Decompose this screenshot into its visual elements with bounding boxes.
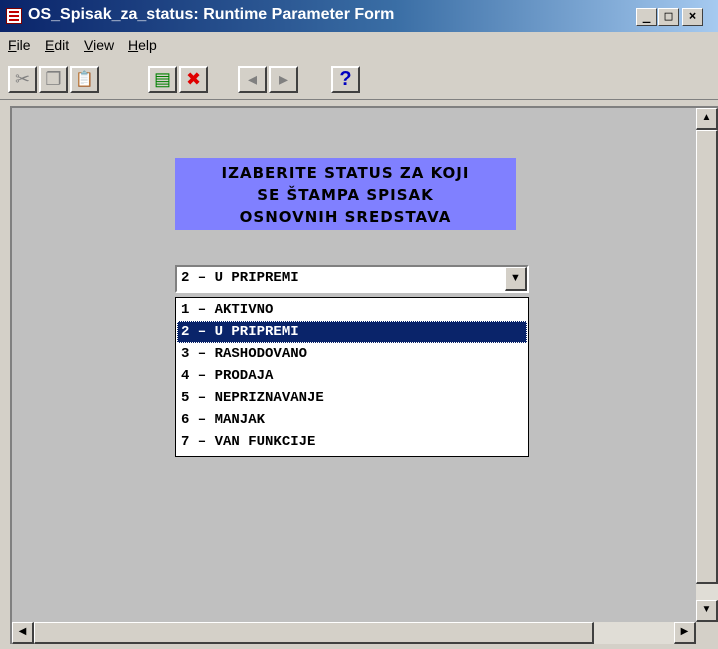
paste-icon: 📋 <box>75 71 94 88</box>
scroll-right-button[interactable]: ▶ <box>674 622 696 644</box>
arrow-left-icon: ◀ <box>18 626 27 637</box>
form-canvas: IZABERITE STATUS ZA KOJI SE ŠTAMPA SPISA… <box>12 108 696 622</box>
previous-page-button[interactable]: ◂ <box>238 66 267 93</box>
maximize-button[interactable]: □ <box>658 8 679 26</box>
prompt-line-3: OSNOVNIH SREDSTAVA <box>239 208 452 226</box>
status-option-7[interactable]: 7 – VAN FUNKCIJE <box>177 431 527 453</box>
cut-icon: ✂ <box>14 69 31 89</box>
next-page-icon: ▸ <box>278 69 289 89</box>
menu-view[interactable]: View <box>84 37 114 53</box>
status-prompt: IZABERITE STATUS ZA KOJI SE ŠTAMPA SPISA… <box>175 158 516 230</box>
scrollbar-corner <box>696 622 718 644</box>
help-icon: ? <box>339 68 352 90</box>
minimize-button[interactable]: _ <box>636 8 657 26</box>
run-report-icon: ▤ <box>153 69 171 89</box>
copy-button[interactable]: ❐ <box>39 66 68 93</box>
run-report-button[interactable]: ▤ <box>148 66 177 93</box>
status-combobox-value: 2 – U PRIPREMI <box>181 270 299 286</box>
horizontal-scrollbar[interactable]: ◀ ▶ <box>12 622 696 644</box>
cut-button[interactable]: ✂ <box>8 66 37 93</box>
arrow-up-icon: ▲ <box>701 112 712 123</box>
arrow-down-icon: ▼ <box>701 604 712 615</box>
status-option-3[interactable]: 3 – RASHODOVANO <box>177 343 527 365</box>
prompt-line-1: IZABERITE STATUS ZA KOJI <box>221 164 470 182</box>
chevron-down-icon: ▼ <box>510 272 521 284</box>
scroll-down-button[interactable]: ▼ <box>696 600 718 622</box>
combobox-dropdown-button[interactable]: ▼ <box>505 267 527 291</box>
status-combobox[interactable]: 2 – U PRIPREMI ▼ <box>175 265 529 293</box>
app-icon[interactable] <box>6 8 22 24</box>
cancel-button[interactable]: ✖ <box>179 66 208 93</box>
close-button[interactable]: × <box>682 8 703 26</box>
arrow-right-icon: ▶ <box>680 626 689 637</box>
toolbar: ✂ ❐ 📋 ▤ ✖ ◂ ▸ ? <box>0 58 718 100</box>
horizontal-scroll-thumb[interactable] <box>34 622 594 644</box>
menu-bar: File Edit View Help <box>0 32 718 58</box>
menu-edit[interactable]: Edit <box>45 37 69 53</box>
window-title: OS_Spisak_za_status: Runtime Parameter F… <box>28 6 395 23</box>
copy-icon: ❐ <box>45 69 62 89</box>
scroll-left-button[interactable]: ◀ <box>12 622 34 644</box>
status-option-4[interactable]: 4 – PRODAJA <box>177 365 527 387</box>
form-canvas-frame: IZABERITE STATUS ZA KOJI SE ŠTAMPA SPISA… <box>10 106 718 644</box>
cancel-icon: ✖ <box>185 69 202 89</box>
status-option-6[interactable]: 6 – MANJAK <box>177 409 527 431</box>
next-page-button[interactable]: ▸ <box>269 66 298 93</box>
status-option-5[interactable]: 5 – NEPRIZNAVANJE <box>177 387 527 409</box>
status-option-2[interactable]: 2 – U PRIPREMI <box>177 321 527 343</box>
vertical-scrollbar[interactable]: ▲ ▼ <box>696 108 718 622</box>
scroll-up-button[interactable]: ▲ <box>696 108 718 130</box>
menu-file[interactable]: File <box>8 37 31 53</box>
vertical-scroll-thumb[interactable] <box>696 130 718 584</box>
title-bar[interactable]: OS_Spisak_za_status: Runtime Parameter F… <box>0 0 718 32</box>
help-button[interactable]: ? <box>331 66 360 93</box>
prompt-line-2: SE ŠTAMPA SPISAK <box>257 186 434 204</box>
prev-page-icon: ◂ <box>247 69 258 89</box>
menu-help[interactable]: Help <box>128 37 157 53</box>
status-option-1[interactable]: 1 – AKTIVNO <box>177 299 527 321</box>
runtime-parameter-window: OS_Spisak_za_status: Runtime Parameter F… <box>0 0 718 649</box>
paste-button[interactable]: 📋 <box>70 66 99 93</box>
status-options-list: 1 – AKTIVNO 2 – U PRIPREMI 3 – RASHODOVA… <box>175 297 529 457</box>
